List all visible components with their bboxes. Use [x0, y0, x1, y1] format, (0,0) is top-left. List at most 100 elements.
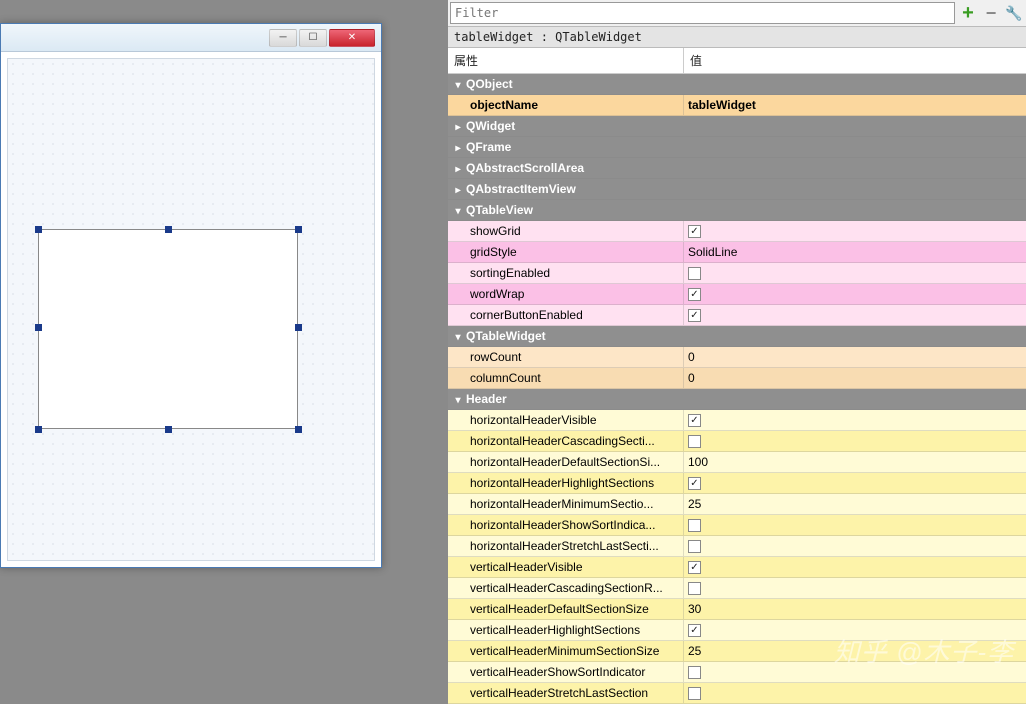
- property-name: verticalHeaderStretchLastSection: [448, 683, 684, 703]
- group-qwidget[interactable]: ▸QWidget: [448, 116, 1026, 137]
- group-qabstractitemview[interactable]: ▸QAbstractItemView: [448, 179, 1026, 200]
- property-row[interactable]: columnCount 0: [448, 368, 1026, 389]
- checkbox-icon[interactable]: [688, 582, 701, 595]
- property-value[interactable]: [684, 536, 1026, 556]
- property-row[interactable]: verticalHeaderDefaultSectionSize30: [448, 599, 1026, 620]
- property-row[interactable]: cornerButtonEnabled ✓: [448, 305, 1026, 326]
- close-button[interactable]: ✕: [329, 29, 375, 47]
- property-value[interactable]: ✓: [684, 620, 1026, 640]
- property-name: objectName: [448, 95, 684, 115]
- property-value[interactable]: [684, 263, 1026, 283]
- property-row[interactable]: gridStyle SolidLine: [448, 242, 1026, 263]
- property-row[interactable]: rowCount 0: [448, 347, 1026, 368]
- property-row[interactable]: sortingEnabled: [448, 263, 1026, 284]
- property-row[interactable]: horizontalHeaderHighlightSections ✓: [448, 473, 1026, 494]
- checkbox-icon[interactable]: ✓: [688, 414, 701, 427]
- group-qobject[interactable]: ▾QObject: [448, 74, 1026, 95]
- resize-handle[interactable]: [165, 226, 172, 233]
- property-name: horizontalHeaderStretchLastSecti...: [448, 536, 684, 556]
- group-header[interactable]: ▾Header: [448, 389, 1026, 410]
- property-value[interactable]: tableWidget: [684, 95, 1026, 115]
- property-value[interactable]: ✓: [684, 221, 1026, 241]
- group-qabstractscrollarea[interactable]: ▸QAbstractScrollArea: [448, 158, 1026, 179]
- property-value[interactable]: 30: [684, 599, 1026, 619]
- checkbox-icon[interactable]: [688, 666, 701, 679]
- group-qframe[interactable]: ▸QFrame: [448, 137, 1026, 158]
- property-row[interactable]: horizontalHeaderCascadingSecti...: [448, 431, 1026, 452]
- settings-button[interactable]: 🔧: [1004, 3, 1024, 23]
- filter-row: + − 🔧: [448, 0, 1026, 26]
- checkbox-icon[interactable]: [688, 687, 701, 700]
- resize-handle[interactable]: [35, 324, 42, 331]
- checkbox-icon[interactable]: ✓: [688, 309, 701, 322]
- checkbox-icon[interactable]: ✓: [688, 477, 701, 490]
- property-row[interactable]: horizontalHeaderStretchLastSecti...: [448, 536, 1026, 557]
- header-property: 属性: [448, 48, 684, 73]
- resize-handle[interactable]: [35, 226, 42, 233]
- property-name: cornerButtonEnabled: [448, 305, 684, 325]
- resize-handle[interactable]: [295, 426, 302, 433]
- property-value[interactable]: ✓: [684, 410, 1026, 430]
- property-name: verticalHeaderCascadingSectionR...: [448, 578, 684, 598]
- resize-handle[interactable]: [165, 426, 172, 433]
- chevron-down-icon: ▾: [452, 201, 464, 220]
- resize-handle[interactable]: [35, 426, 42, 433]
- filter-input[interactable]: [450, 2, 955, 24]
- property-name: rowCount: [448, 347, 684, 367]
- group-qtablewidget[interactable]: ▾QTableWidget: [448, 326, 1026, 347]
- checkbox-icon[interactable]: ✓: [688, 624, 701, 637]
- checkbox-icon[interactable]: [688, 540, 701, 553]
- property-row[interactable]: wordWrap ✓: [448, 284, 1026, 305]
- remove-property-button[interactable]: −: [981, 3, 1001, 23]
- property-row[interactable]: verticalHeaderMinimumSectionSize25: [448, 641, 1026, 662]
- property-value[interactable]: 25: [684, 641, 1026, 661]
- property-row[interactable]: horizontalHeaderShowSortIndica...: [448, 515, 1026, 536]
- property-row[interactable]: horizontalHeaderDefaultSectionSi...100: [448, 452, 1026, 473]
- chevron-right-icon: ▸: [452, 138, 464, 157]
- checkbox-icon[interactable]: [688, 435, 701, 448]
- resize-handle[interactable]: [295, 226, 302, 233]
- property-value[interactable]: [684, 662, 1026, 682]
- property-value[interactable]: [684, 683, 1026, 703]
- group-qtableview[interactable]: ▾QTableView: [448, 200, 1026, 221]
- property-row[interactable]: verticalHeaderCascadingSectionR...: [448, 578, 1026, 599]
- property-row[interactable]: horizontalHeaderVisible✓: [448, 410, 1026, 431]
- property-row[interactable]: showGrid ✓: [448, 221, 1026, 242]
- property-row[interactable]: verticalHeaderStretchLastSection: [448, 683, 1026, 704]
- add-property-button[interactable]: +: [958, 3, 978, 23]
- property-name: horizontalHeaderHighlightSections: [448, 473, 684, 493]
- checkbox-icon[interactable]: [688, 267, 701, 280]
- property-value[interactable]: [684, 578, 1026, 598]
- minimize-button[interactable]: ─: [269, 29, 297, 47]
- property-list[interactable]: ▾QObject objectName tableWidget ▸QWidget…: [448, 74, 1026, 704]
- minus-icon: −: [986, 3, 997, 24]
- property-value[interactable]: 100: [684, 452, 1026, 472]
- form-body[interactable]: [7, 58, 375, 561]
- property-row[interactable]: verticalHeaderVisible✓: [448, 557, 1026, 578]
- property-name: verticalHeaderShowSortIndicator: [448, 662, 684, 682]
- property-value[interactable]: 0: [684, 368, 1026, 388]
- property-row[interactable]: verticalHeaderShowSortIndicator: [448, 662, 1026, 683]
- property-value[interactable]: [684, 515, 1026, 535]
- property-value[interactable]: 0: [684, 347, 1026, 367]
- property-value[interactable]: ✓: [684, 557, 1026, 577]
- resize-handle[interactable]: [295, 324, 302, 331]
- property-value[interactable]: 25: [684, 494, 1026, 514]
- table-widget[interactable]: [38, 229, 298, 429]
- property-row[interactable]: verticalHeaderHighlightSections✓: [448, 620, 1026, 641]
- checkbox-icon[interactable]: ✓: [688, 561, 701, 574]
- maximize-button[interactable]: ☐: [299, 29, 327, 47]
- checkbox-icon[interactable]: ✓: [688, 225, 701, 238]
- property-row[interactable]: horizontalHeaderMinimumSectio...25: [448, 494, 1026, 515]
- preview-window: ─ ☐ ✕: [0, 23, 382, 568]
- property-row[interactable]: objectName tableWidget: [448, 95, 1026, 116]
- property-name: verticalHeaderMinimumSectionSize: [448, 641, 684, 661]
- property-value[interactable]: ✓: [684, 473, 1026, 493]
- checkbox-icon[interactable]: [688, 519, 701, 532]
- property-value[interactable]: ✓: [684, 284, 1026, 304]
- property-value[interactable]: ✓: [684, 305, 1026, 325]
- property-value[interactable]: SolidLine: [684, 242, 1026, 262]
- checkbox-icon[interactable]: ✓: [688, 288, 701, 301]
- property-value[interactable]: [684, 431, 1026, 451]
- property-name: horizontalHeaderDefaultSectionSi...: [448, 452, 684, 472]
